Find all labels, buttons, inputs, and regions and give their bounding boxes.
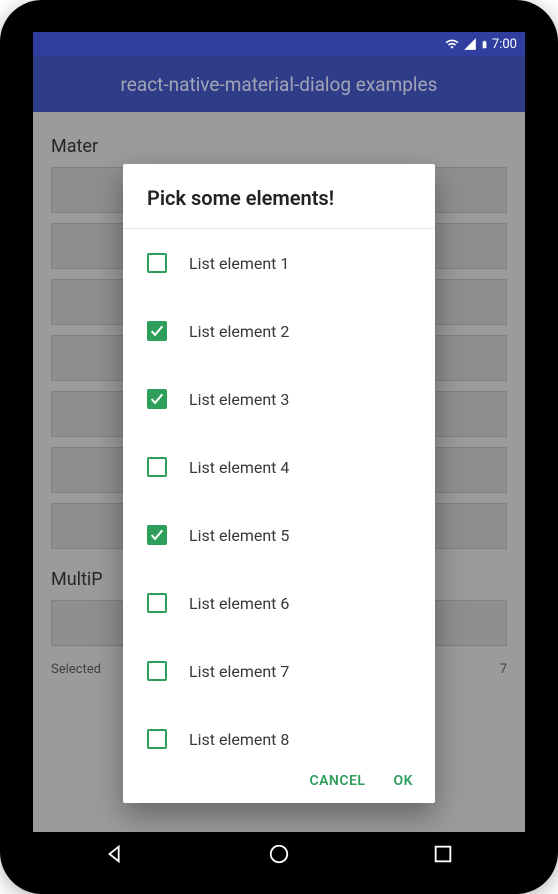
recent-icon[interactable] <box>432 843 454 865</box>
list-item-label: List element 3 <box>189 390 289 409</box>
signal-icon <box>463 37 477 51</box>
list-item-label: List element 2 <box>189 322 289 341</box>
list-item[interactable]: List element 5 <box>123 501 435 569</box>
checkbox-unchecked-icon[interactable] <box>147 457 167 477</box>
checkbox-checked-icon[interactable] <box>147 525 167 545</box>
list-item[interactable]: List element 3 <box>123 365 435 433</box>
list-item[interactable]: List element 1 <box>123 229 435 297</box>
checkbox-unchecked-icon[interactable] <box>147 729 167 749</box>
checkbox-checked-icon[interactable] <box>147 321 167 341</box>
multi-select-dialog: Pick some elements! List element 1List e… <box>123 164 435 803</box>
checkbox-checked-icon[interactable] <box>147 389 167 409</box>
checkbox-unchecked-icon[interactable] <box>147 593 167 613</box>
battery-icon <box>480 37 489 52</box>
android-nav-bar <box>33 832 525 876</box>
status-time: 7:00 <box>492 37 517 52</box>
list-item[interactable]: List element 7 <box>123 637 435 705</box>
back-icon[interactable] <box>104 843 126 865</box>
list-item[interactable]: List element 6 <box>123 569 435 637</box>
list-item-label: List element 8 <box>189 730 289 749</box>
device-frame: 7:00 react-native-material-dialog exampl… <box>0 0 558 894</box>
dialog-actions: CANCEL OK <box>123 759 435 803</box>
list-item-label: List element 4 <box>189 458 289 477</box>
list-item-label: List element 7 <box>189 662 289 681</box>
checkbox-unchecked-icon[interactable] <box>147 661 167 681</box>
dialog-title: Pick some elements! <box>123 164 435 228</box>
status-bar: 7:00 <box>33 32 525 56</box>
wifi-icon <box>444 37 460 51</box>
dialog-list[interactable]: List element 1 List element 2 List element… <box>123 229 435 759</box>
list-item-label: List element 1 <box>189 254 289 273</box>
list-item-label: List element 6 <box>189 594 289 613</box>
list-item[interactable]: List element 8 <box>123 705 435 759</box>
list-item[interactable]: List element 4 <box>123 433 435 501</box>
list-item[interactable]: List element 2 <box>123 297 435 365</box>
ok-button[interactable]: OK <box>393 773 413 789</box>
screen: 7:00 react-native-material-dialog exampl… <box>33 32 525 832</box>
list-item-label: List element 5 <box>189 526 289 545</box>
cancel-button[interactable]: CANCEL <box>309 773 365 789</box>
checkbox-unchecked-icon[interactable] <box>147 253 167 273</box>
home-icon[interactable] <box>268 843 290 865</box>
